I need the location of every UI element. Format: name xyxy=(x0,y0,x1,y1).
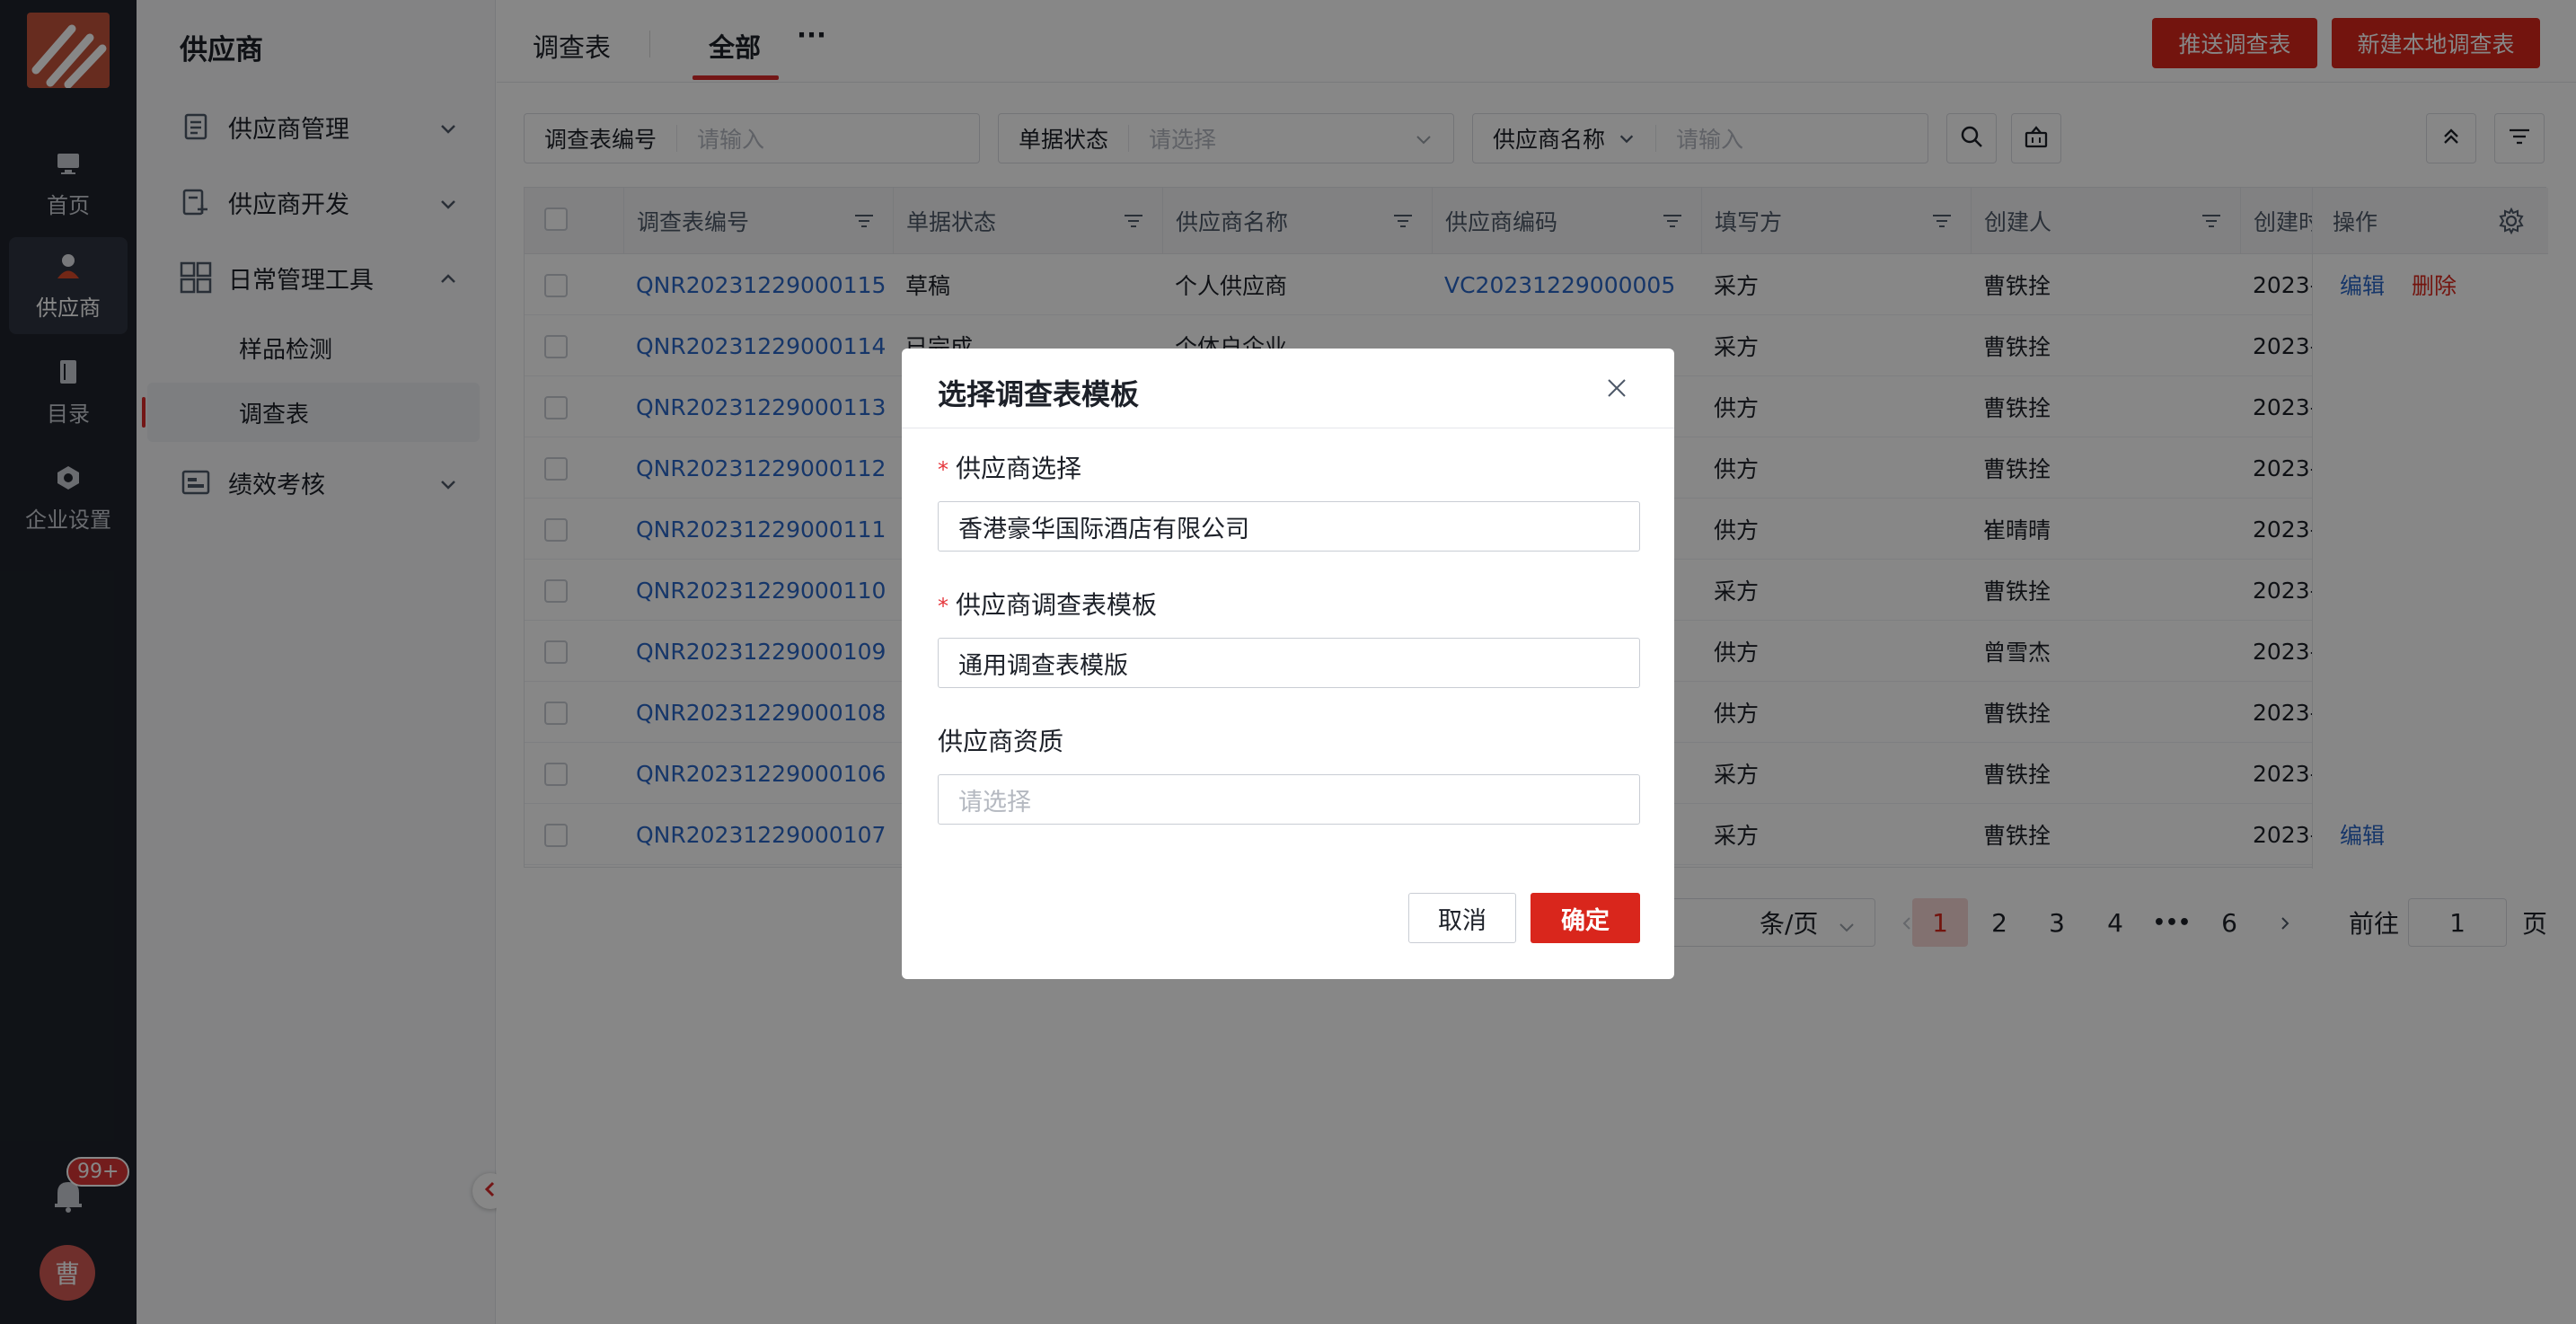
supplier-select[interactable]: 香港豪华国际酒店有限公司 xyxy=(938,501,1640,552)
qualification-field-label: 供应商资质 xyxy=(938,727,1064,756)
cancel-button[interactable]: 取消 xyxy=(1408,893,1516,943)
template-field-label: * 供应商调查表模板 xyxy=(938,586,1157,622)
field-label-text: 供应商选择 xyxy=(956,454,1082,483)
close-icon[interactable] xyxy=(1602,374,1631,402)
supplier-field-label: * 供应商选择 xyxy=(938,449,1081,485)
select-template-dialog: 选择调查表模板 * 供应商选择 香港豪华国际酒店有限公司 * 供应商调查表模板 通用… xyxy=(902,349,1674,979)
template-select[interactable]: 通用调查表模版 xyxy=(938,638,1640,688)
field-label-text: 供应商调查表模板 xyxy=(956,590,1158,620)
required-mark: * xyxy=(938,457,948,482)
dialog-title: 选择调查表模板 xyxy=(938,377,1140,411)
required-mark: * xyxy=(938,594,948,619)
confirm-button[interactable]: 确定 xyxy=(1531,893,1640,943)
qualification-select[interactable]: 请选择 xyxy=(938,774,1640,825)
